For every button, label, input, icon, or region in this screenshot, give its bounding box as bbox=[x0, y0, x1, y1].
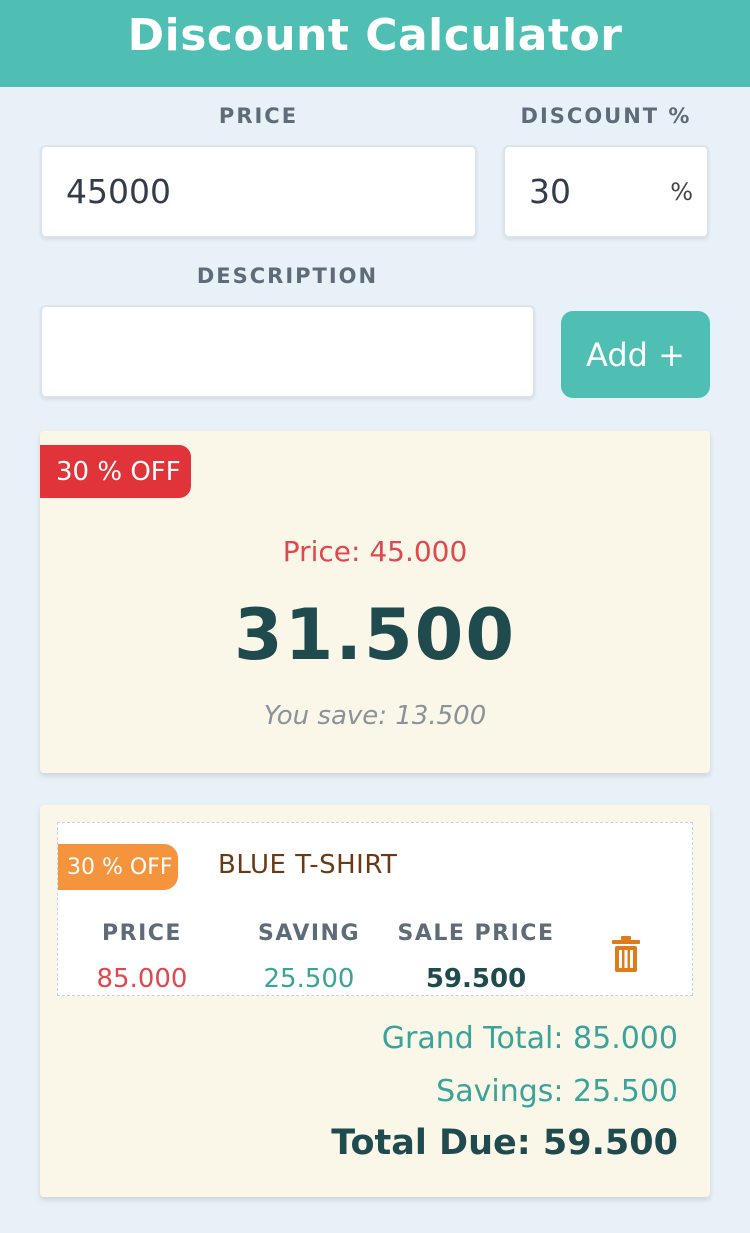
item-saving-header: SAVING bbox=[257, 921, 361, 946]
description-input[interactable] bbox=[40, 305, 535, 398]
discount-label: DISCOUNT % bbox=[520, 104, 692, 128]
price-label: PRICE bbox=[218, 104, 299, 128]
item-discount-badge: 30 % OFF bbox=[58, 844, 178, 890]
app-header: Discount Calculator bbox=[0, 0, 750, 87]
add-button[interactable]: Add + bbox=[561, 311, 710, 398]
result-card: 30 % OFF Price: 45.000 31.500 You save: … bbox=[40, 431, 710, 773]
page-title: Discount Calculator bbox=[127, 10, 623, 61]
discount-input-value: 30 bbox=[529, 172, 571, 211]
percent-suffix: % bbox=[670, 177, 693, 206]
item-saving: 25.500 bbox=[263, 964, 355, 994]
original-price: Price: 45.000 bbox=[282, 535, 468, 568]
list-item: 30 % OFF BLUE T-SHIRT PRICE SAVING SALE … bbox=[57, 822, 693, 996]
price-input[interactable]: 45000 bbox=[40, 145, 477, 238]
trash-icon[interactable] bbox=[611, 936, 641, 972]
price-input-value: 45000 bbox=[66, 172, 171, 211]
sale-price: 31.500 bbox=[233, 594, 517, 676]
discount-badge: 30 % OFF bbox=[40, 445, 191, 498]
item-price: 85.000 bbox=[96, 964, 188, 994]
item-sale-header: SALE PRICE bbox=[397, 921, 555, 946]
description-label: DESCRIPTION bbox=[196, 264, 379, 288]
savings-text: You save: 13.500 bbox=[263, 701, 487, 731]
item-name: BLUE T-SHIRT bbox=[218, 850, 398, 880]
items-card: 30 % OFF BLUE T-SHIRT PRICE SAVING SALE … bbox=[40, 805, 710, 1197]
discount-input[interactable]: 30 % bbox=[503, 145, 709, 238]
item-sale-price: 59.500 bbox=[425, 964, 527, 994]
total-savings: Savings: 25.500 bbox=[436, 1074, 678, 1109]
grand-total: Grand Total: 85.000 bbox=[381, 1021, 678, 1056]
total-due: Total Due: 59.500 bbox=[331, 1123, 678, 1163]
item-price-header: PRICE bbox=[102, 921, 182, 946]
